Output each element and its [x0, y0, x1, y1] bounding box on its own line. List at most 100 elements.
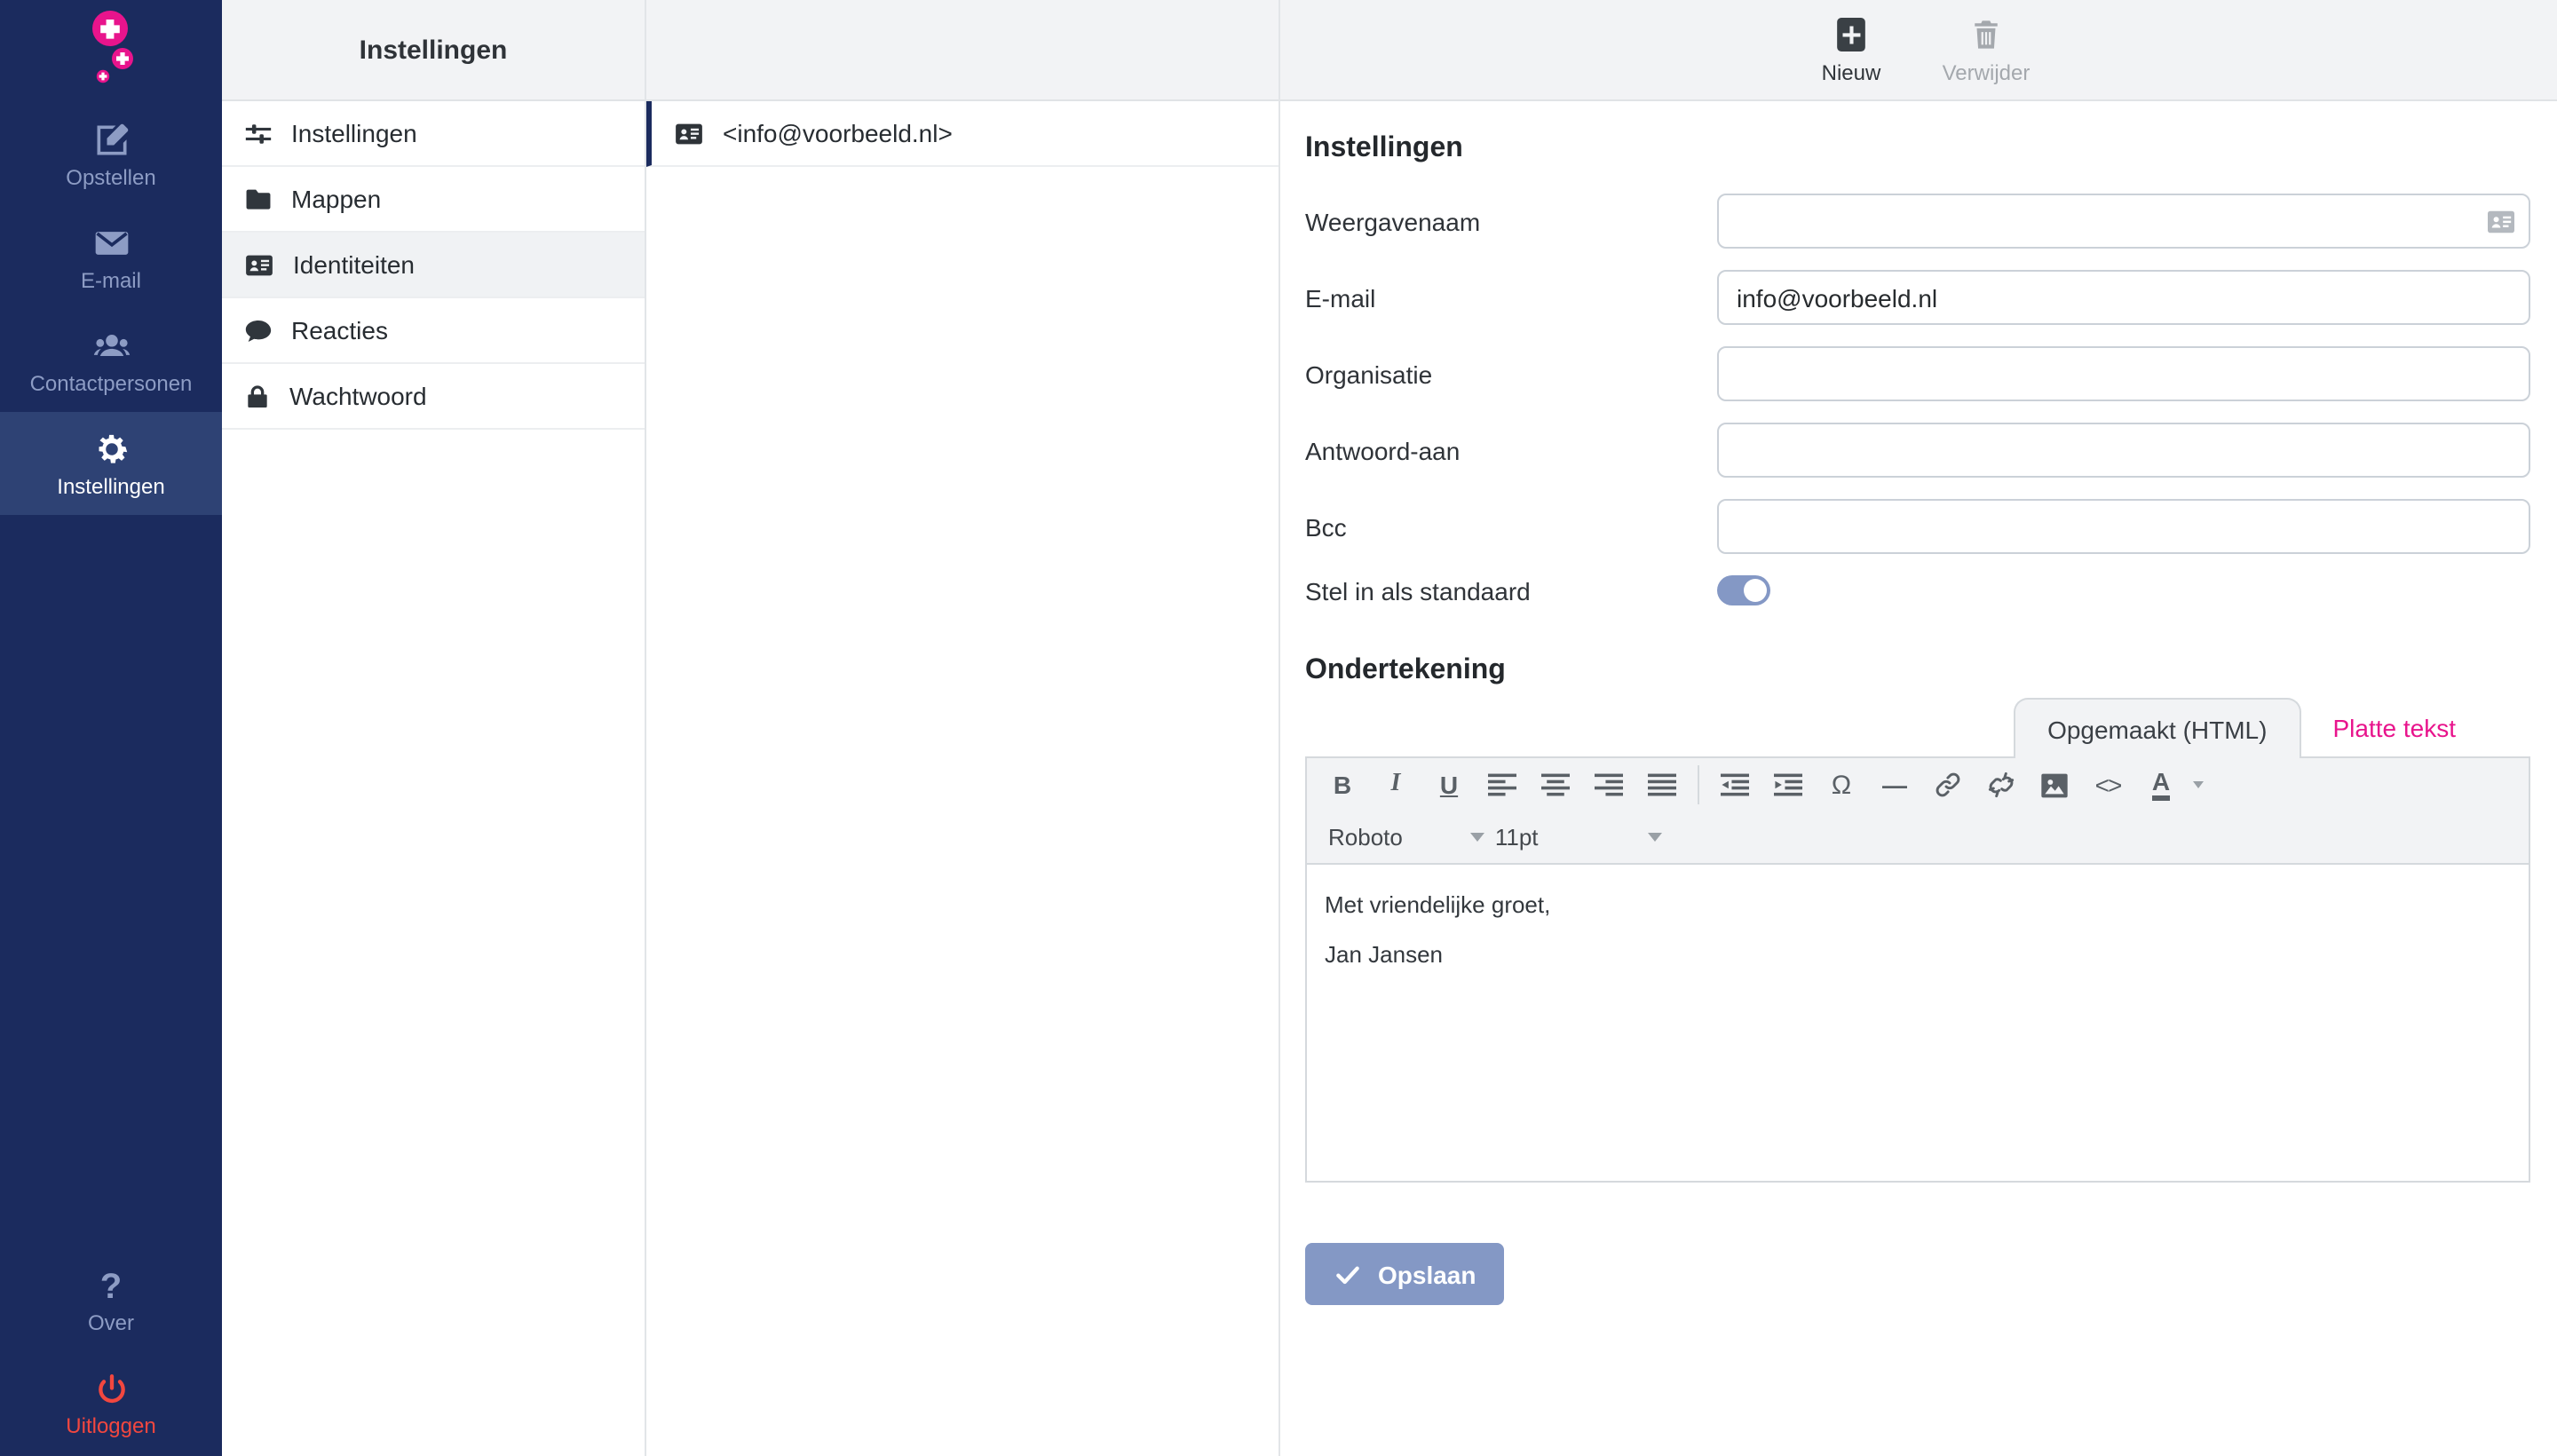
font-size-select[interactable]: 11pt	[1495, 824, 1663, 851]
comment-icon	[243, 315, 273, 345]
reply-to-input[interactable]	[1717, 423, 2530, 478]
save-button-label: Opslaan	[1378, 1260, 1476, 1288]
justify-button[interactable]	[1637, 762, 1687, 808]
webmail-app: Opstellen E-mail Contactpersonen In	[0, 0, 2557, 1456]
settings-column-header: Instellingen	[222, 0, 645, 101]
taskbar: Opstellen E-mail Contactpersonen In	[0, 0, 222, 1456]
outdent-button[interactable]	[1710, 762, 1760, 808]
special-char-button[interactable]: Ω	[1817, 762, 1866, 808]
check-icon	[1334, 1260, 1362, 1288]
outdent-icon	[1721, 772, 1749, 797]
align-right-icon	[1595, 772, 1623, 797]
bold-button[interactable]: B	[1318, 762, 1367, 808]
source-code-button[interactable]: <>	[2083, 762, 2133, 808]
taskbar-item-settings[interactable]: Instellingen	[0, 412, 222, 515]
bcc-label: Bcc	[1305, 512, 1717, 541]
text-color-caret-icon[interactable]	[2193, 781, 2204, 788]
signature-tabs: Opgemaakt (HTML) Platte tekst	[1305, 698, 2530, 756]
image-icon	[2040, 772, 2069, 798]
set-default-label: Stel in als standaard	[1305, 576, 1717, 605]
taskbar-item-contacts[interactable]: Contactpersonen	[0, 309, 222, 412]
settings-menu-item-folders[interactable]: Mappen	[222, 167, 645, 233]
taskbar-item-label: Over	[88, 1312, 134, 1333]
contact-card-icon[interactable]	[2486, 208, 2516, 234]
tab-html-signature[interactable]: Opgemaakt (HTML)	[2014, 698, 2300, 758]
link-button[interactable]	[1923, 762, 1973, 808]
form-row-organization: Organisatie	[1305, 346, 2530, 401]
signature-line: Jan Jansen	[1325, 939, 2511, 971]
identities-list-column: <info@voorbeeld.nl>	[646, 0, 1280, 1456]
settings-menu-item-preferences[interactable]: Instellingen	[222, 101, 645, 167]
text-color-button[interactable]: A	[2136, 762, 2186, 808]
identity-list-item[interactable]: <info@voorbeeld.nl>	[646, 101, 1278, 167]
underline-button[interactable]: U	[1424, 762, 1474, 808]
id-card-icon	[673, 118, 705, 148]
indent-button[interactable]	[1763, 762, 1813, 808]
settings-menu-item-identities[interactable]: Identiteiten	[222, 233, 645, 298]
save-button[interactable]: Opslaan	[1305, 1243, 1505, 1305]
delete-identity-label: Verwijder	[1943, 59, 2031, 84]
form-row-reply-to: Antwoord-aan	[1305, 423, 2530, 478]
display-name-input-wrap	[1717, 194, 2530, 249]
plus-square-icon	[1834, 15, 1868, 52]
editor-toolbar-row-font: Roboto 11pt	[1307, 811, 2529, 863]
align-center-button[interactable]	[1531, 762, 1580, 808]
taskbar-item-logout[interactable]: Uitloggen	[0, 1353, 222, 1456]
taskbar-item-compose[interactable]: Opstellen	[0, 103, 222, 206]
display-name-label: Weergavenaam	[1305, 207, 1717, 235]
email-input[interactable]	[1717, 270, 2530, 325]
dropdown-caret-icon	[1649, 833, 1663, 842]
tab-plain-text-signature[interactable]: Platte tekst	[2300, 698, 2488, 756]
logo-icon	[75, 9, 146, 94]
delete-identity-button[interactable]: Verwijder	[1931, 15, 2041, 84]
align-center-icon	[1541, 772, 1570, 797]
compose-icon	[91, 121, 131, 160]
align-left-button[interactable]	[1477, 762, 1527, 808]
settings-menu-label: Wachtwoord	[289, 382, 427, 410]
taskbar-spacer	[0, 515, 222, 1250]
reply-to-input-wrap	[1717, 423, 2530, 478]
font-family-select[interactable]: Roboto	[1328, 824, 1484, 851]
link-icon	[1934, 771, 1962, 799]
identity-label: <info@voorbeeld.nl>	[723, 119, 953, 147]
toolbar-divider	[1698, 765, 1699, 804]
signature-editor-body[interactable]: Met vriendelijke groet, Jan Jansen	[1307, 865, 2529, 1181]
settings-menu-item-password[interactable]: Wachtwoord	[222, 364, 645, 430]
identities-column-header	[646, 0, 1278, 101]
taskbar-item-label: E-mail	[81, 270, 141, 291]
taskbar-item-mail[interactable]: E-mail	[0, 206, 222, 309]
set-default-toggle[interactable]	[1717, 575, 1770, 605]
tab-label: Opgemaakt (HTML)	[2047, 715, 2267, 743]
app-logo[interactable]	[0, 0, 222, 103]
folder-icon	[243, 184, 273, 214]
gear-icon	[91, 430, 131, 469]
signature-line: Met vriendelijke groet,	[1325, 890, 2511, 922]
organization-input-wrap	[1717, 346, 2530, 401]
align-left-icon	[1488, 772, 1516, 797]
form-row-display-name: Weergavenaam	[1305, 194, 2530, 249]
unlink-button[interactable]	[1976, 762, 2026, 808]
insert-image-button[interactable]	[2030, 762, 2079, 808]
bcc-input[interactable]	[1717, 499, 2530, 554]
font-size-value: 11pt	[1495, 824, 1539, 851]
settings-menu-item-responses[interactable]: Reacties	[222, 298, 645, 364]
signature-section-title: Ondertekening	[1305, 655, 2530, 687]
settings-menu-label: Reacties	[291, 316, 388, 344]
editor-toolbar-row-format: B I U	[1307, 758, 2529, 811]
help-icon: ?	[100, 1270, 122, 1305]
email-label: E-mail	[1305, 283, 1717, 312]
form-section-title: Instellingen	[1305, 133, 2530, 165]
taskbar-item-label: Opstellen	[66, 167, 155, 188]
taskbar-item-about[interactable]: ? Over	[0, 1250, 222, 1353]
form-row-bcc: Bcc	[1305, 499, 2530, 554]
trash-icon	[1971, 15, 2001, 52]
settings-column-title: Instellingen	[360, 35, 508, 65]
align-right-button[interactable]	[1584, 762, 1634, 808]
display-name-input[interactable]	[1717, 194, 2530, 249]
sliders-icon	[243, 118, 273, 148]
organization-input[interactable]	[1717, 346, 2530, 401]
italic-button[interactable]: I	[1371, 762, 1421, 808]
horizontal-rule-button[interactable]: —	[1870, 762, 1920, 808]
identity-editor-column: Nieuw Verwijder Instellingen Weergavenaa…	[1280, 0, 2557, 1456]
new-identity-button[interactable]: Nieuw	[1796, 15, 1906, 84]
